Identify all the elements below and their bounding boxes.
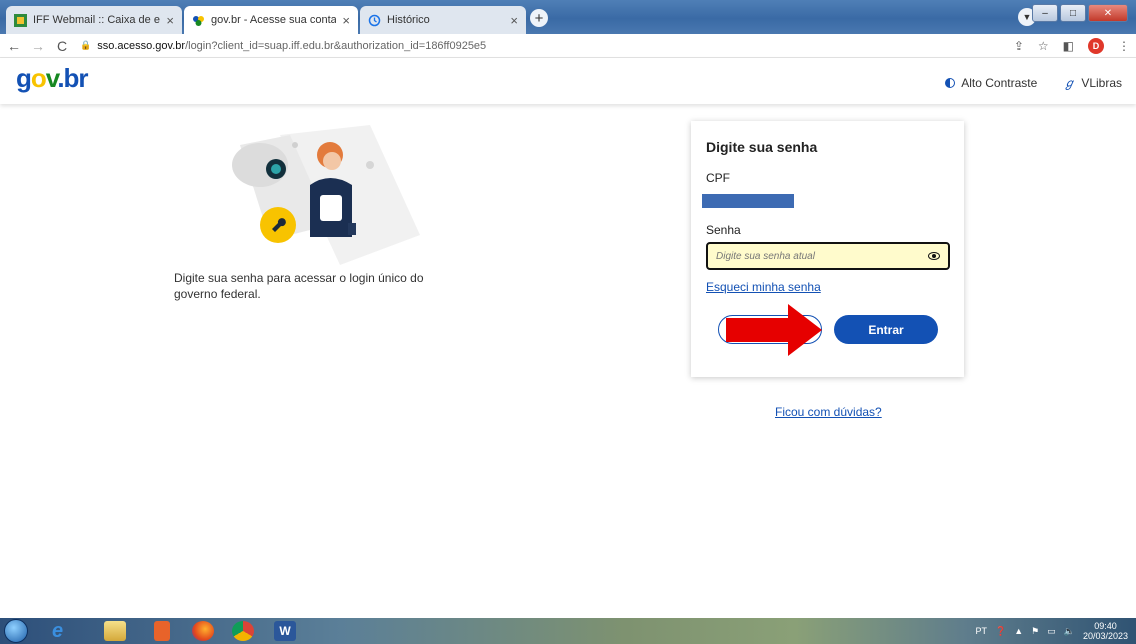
volume-icon[interactable]: 🔈 <box>1064 626 1075 637</box>
menu-kebab-icon[interactable]: ⋮ <box>1118 39 1130 53</box>
action-center-flag-icon[interactable]: ⚑ <box>1031 626 1039 637</box>
annotation-arrow-icon <box>726 304 822 356</box>
browser-tab-bar: IFF Webmail :: Caixa de entrada × gov.br… <box>0 0 1136 34</box>
login-illustration <box>232 125 420 265</box>
password-input[interactable] <box>716 250 928 262</box>
maximize-button[interactable]: □ <box>1060 4 1086 22</box>
tab-history[interactable]: Histórico × <box>360 6 526 34</box>
page-header: gov.br Alto Contraste ℊ VLibras <box>0 58 1136 104</box>
system-tray: PT ❓ ▲ ⚑ ▭ 🔈 09:40 20/03/2023 <box>975 621 1128 641</box>
password-label: Senha <box>706 223 741 237</box>
card-title: Digite sua senha <box>706 139 818 155</box>
share-icon[interactable]: ⇪ <box>1014 39 1024 53</box>
new-tab-button[interactable]: + <box>530 9 548 27</box>
clock-time: 09:40 <box>1094 621 1117 631</box>
help-tray-icon[interactable]: ❓ <box>995 626 1006 637</box>
close-tab-icon[interactable]: × <box>342 13 350 28</box>
history-clock-icon <box>368 14 381 26</box>
cpf-label: CPF <box>706 171 730 185</box>
vlibras-hand-icon: ℊ <box>1063 76 1076 90</box>
word-icon[interactable]: W <box>274 621 296 641</box>
network-icon[interactable]: ▭ <box>1047 626 1056 637</box>
cpf-value-redacted <box>702 194 794 208</box>
close-tab-icon[interactable]: × <box>166 13 174 28</box>
enter-button[interactable]: Entrar <box>834 315 938 344</box>
clock[interactable]: 09:40 20/03/2023 <box>1083 621 1128 641</box>
high-contrast-label: Alto Contraste <box>961 75 1038 90</box>
logo-letter: g <box>16 63 32 93</box>
file-explorer-icon[interactable] <box>104 621 126 641</box>
govbr-logo[interactable]: gov.br <box>16 63 89 94</box>
back-icon[interactable]: ← <box>4 38 24 54</box>
os-taskbar: e W PT ❓ ▲ ⚑ ▭ 🔈 09:40 20/03/2023 <box>0 618 1136 644</box>
show-password-eye-icon[interactable] <box>928 252 940 260</box>
language-indicator[interactable]: PT <box>975 626 987 636</box>
bookmark-star-icon[interactable]: ☆ <box>1038 39 1049 53</box>
govbr-favicon-icon <box>193 15 204 26</box>
side-panel-icon[interactable]: ◧ <box>1063 39 1074 53</box>
tab-webmail[interactable]: IFF Webmail :: Caixa de entrada × <box>6 6 182 34</box>
profile-avatar[interactable]: D <box>1088 38 1104 54</box>
lock-icon: 🔒 <box>80 40 92 50</box>
firefox-icon[interactable] <box>192 621 214 641</box>
webmail-favicon-icon <box>14 13 27 27</box>
high-contrast-link[interactable]: Alto Contraste <box>945 74 1037 91</box>
logo-letter: v <box>45 63 58 93</box>
intro-text: Digite sua senha para acessar o login ún… <box>174 271 424 301</box>
vlibras-link[interactable]: ℊ VLibras <box>1063 74 1122 91</box>
window-controls: – □ ✕ <box>1032 4 1128 22</box>
logo-letter: br <box>63 63 89 93</box>
browser-toolbar: ← → C 🔒 sso.acesso.gov.br/login?client_i… <box>0 34 1136 58</box>
tray-expand-icon[interactable]: ▲ <box>1014 626 1023 636</box>
media-player-icon[interactable] <box>154 621 170 641</box>
url-host: sso.acesso.gov.br <box>97 39 186 52</box>
forgot-password-link[interactable]: Esqueci minha senha <box>706 280 821 294</box>
address-bar[interactable]: 🔒 sso.acesso.gov.br/login?client_id=suap… <box>80 40 486 52</box>
forward-icon[interactable]: → <box>28 38 48 54</box>
internet-explorer-icon[interactable]: e <box>52 621 74 641</box>
clock-date: 20/03/2023 <box>1082 631 1128 641</box>
tab-title: gov.br - Acesse sua conta <box>211 14 337 26</box>
contrast-icon <box>945 77 956 88</box>
password-field[interactable] <box>706 242 950 270</box>
chrome-icon[interactable] <box>232 621 254 641</box>
help-link[interactable]: Ficou com dúvidas? <box>775 405 882 419</box>
tab-govbr[interactable]: gov.br - Acesse sua conta × <box>184 6 358 34</box>
vlibras-label: VLibras <box>1081 75 1122 90</box>
logo-letter: o <box>30 63 47 93</box>
tab-title: Histórico <box>387 14 430 26</box>
reload-icon[interactable]: C <box>52 38 72 54</box>
start-button[interactable] <box>4 619 28 643</box>
close-tab-icon[interactable]: × <box>510 13 518 28</box>
tab-title: IFF Webmail :: Caixa de entrada <box>33 14 160 26</box>
minimize-button[interactable]: – <box>1032 4 1058 22</box>
url-path: /login?client_id=suap.iff.edu.br&authori… <box>185 39 487 52</box>
close-window-button[interactable]: ✕ <box>1088 4 1128 22</box>
